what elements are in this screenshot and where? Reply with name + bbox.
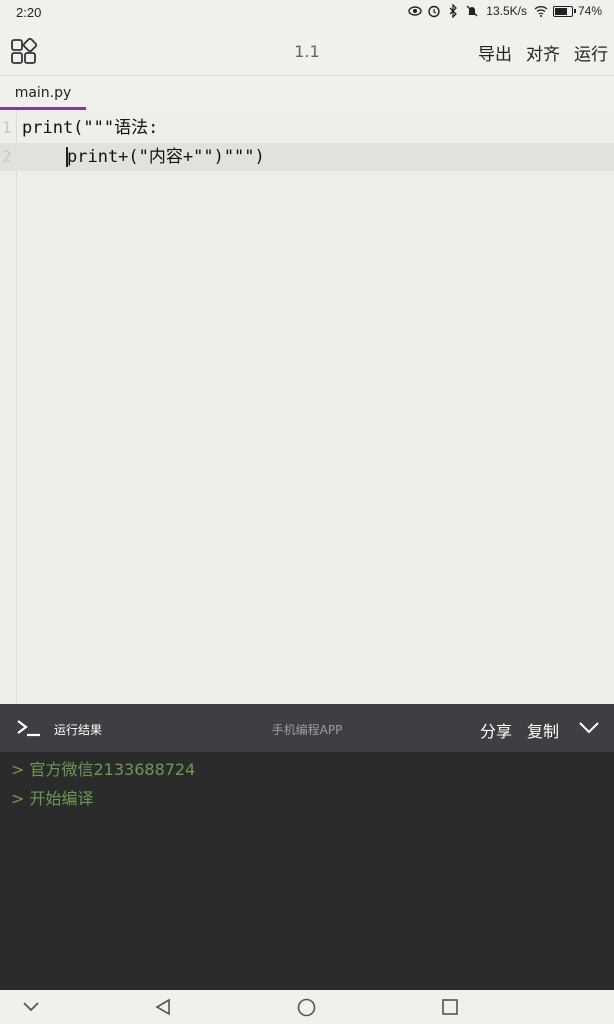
app-toolbar: 1.1 导出 对齐 运行 bbox=[0, 26, 614, 76]
code-editor[interactable]: 1 print("""语法: 2 print+("内容+"")""") bbox=[0, 110, 614, 704]
bluetooth-icon bbox=[449, 4, 458, 18]
status-icons: 13.5K/s 74% bbox=[408, 4, 602, 18]
code-line-current[interactable]: 2 print+("内容+"")""") bbox=[0, 143, 614, 171]
system-nav-bar bbox=[0, 990, 614, 1024]
network-speed: 13.5K/s bbox=[486, 4, 527, 18]
run-button[interactable]: 运行 bbox=[574, 40, 608, 65]
mute-icon bbox=[466, 5, 478, 17]
status-bar: 2:20 13.5K/s 74% bbox=[0, 0, 614, 26]
wifi-icon bbox=[534, 6, 548, 17]
battery-percent: 74% bbox=[577, 4, 602, 18]
alarm-icon bbox=[428, 5, 440, 18]
battery-icon bbox=[552, 5, 576, 17]
eye-icon bbox=[408, 6, 422, 16]
apps-grid-icon[interactable] bbox=[10, 37, 40, 65]
align-button[interactable]: 对齐 bbox=[526, 40, 560, 65]
copy-button[interactable]: 复制 bbox=[527, 718, 559, 742]
screen: 2:20 13.5K/s 74% 1.1 导出 对齐 运行 main.py 1 … bbox=[0, 0, 614, 1024]
text-cursor bbox=[66, 147, 68, 167]
home-icon[interactable] bbox=[297, 998, 316, 1017]
line-number: 1 bbox=[2, 118, 12, 137]
export-button[interactable]: 导出 bbox=[478, 40, 512, 65]
result-panel-header: 运行结果 手机编程APP 分享 复制 bbox=[0, 704, 614, 752]
code-text[interactable]: print+("内容+"")""") bbox=[67, 143, 265, 171]
code-line[interactable]: 1 print("""语法: bbox=[0, 114, 614, 142]
status-time: 2:20 bbox=[16, 5, 42, 20]
share-button[interactable]: 分享 bbox=[480, 718, 512, 742]
result-panel-title: 运行结果 bbox=[54, 723, 103, 737]
toolbar-actions: 导出 对齐 运行 bbox=[478, 40, 608, 65]
hide-keyboard-icon[interactable] bbox=[22, 1000, 40, 1014]
tab-main-py[interactable]: main.py bbox=[0, 77, 86, 110]
chevron-down-icon[interactable] bbox=[578, 720, 600, 736]
line-number-gutter bbox=[0, 110, 17, 704]
line-number: 2 bbox=[2, 147, 12, 166]
console-line: > 开始编译 bbox=[11, 789, 94, 808]
console-output: > 官方微信2133688724 > 开始编译 bbox=[0, 752, 614, 990]
recents-icon[interactable] bbox=[441, 998, 459, 1016]
file-tab-bar: main.py bbox=[0, 77, 614, 110]
back-icon[interactable] bbox=[154, 998, 172, 1016]
terminal-icon bbox=[17, 720, 40, 737]
console-line: > 官方微信2133688724 bbox=[11, 760, 196, 779]
code-text[interactable]: print("""语法: bbox=[22, 114, 158, 142]
